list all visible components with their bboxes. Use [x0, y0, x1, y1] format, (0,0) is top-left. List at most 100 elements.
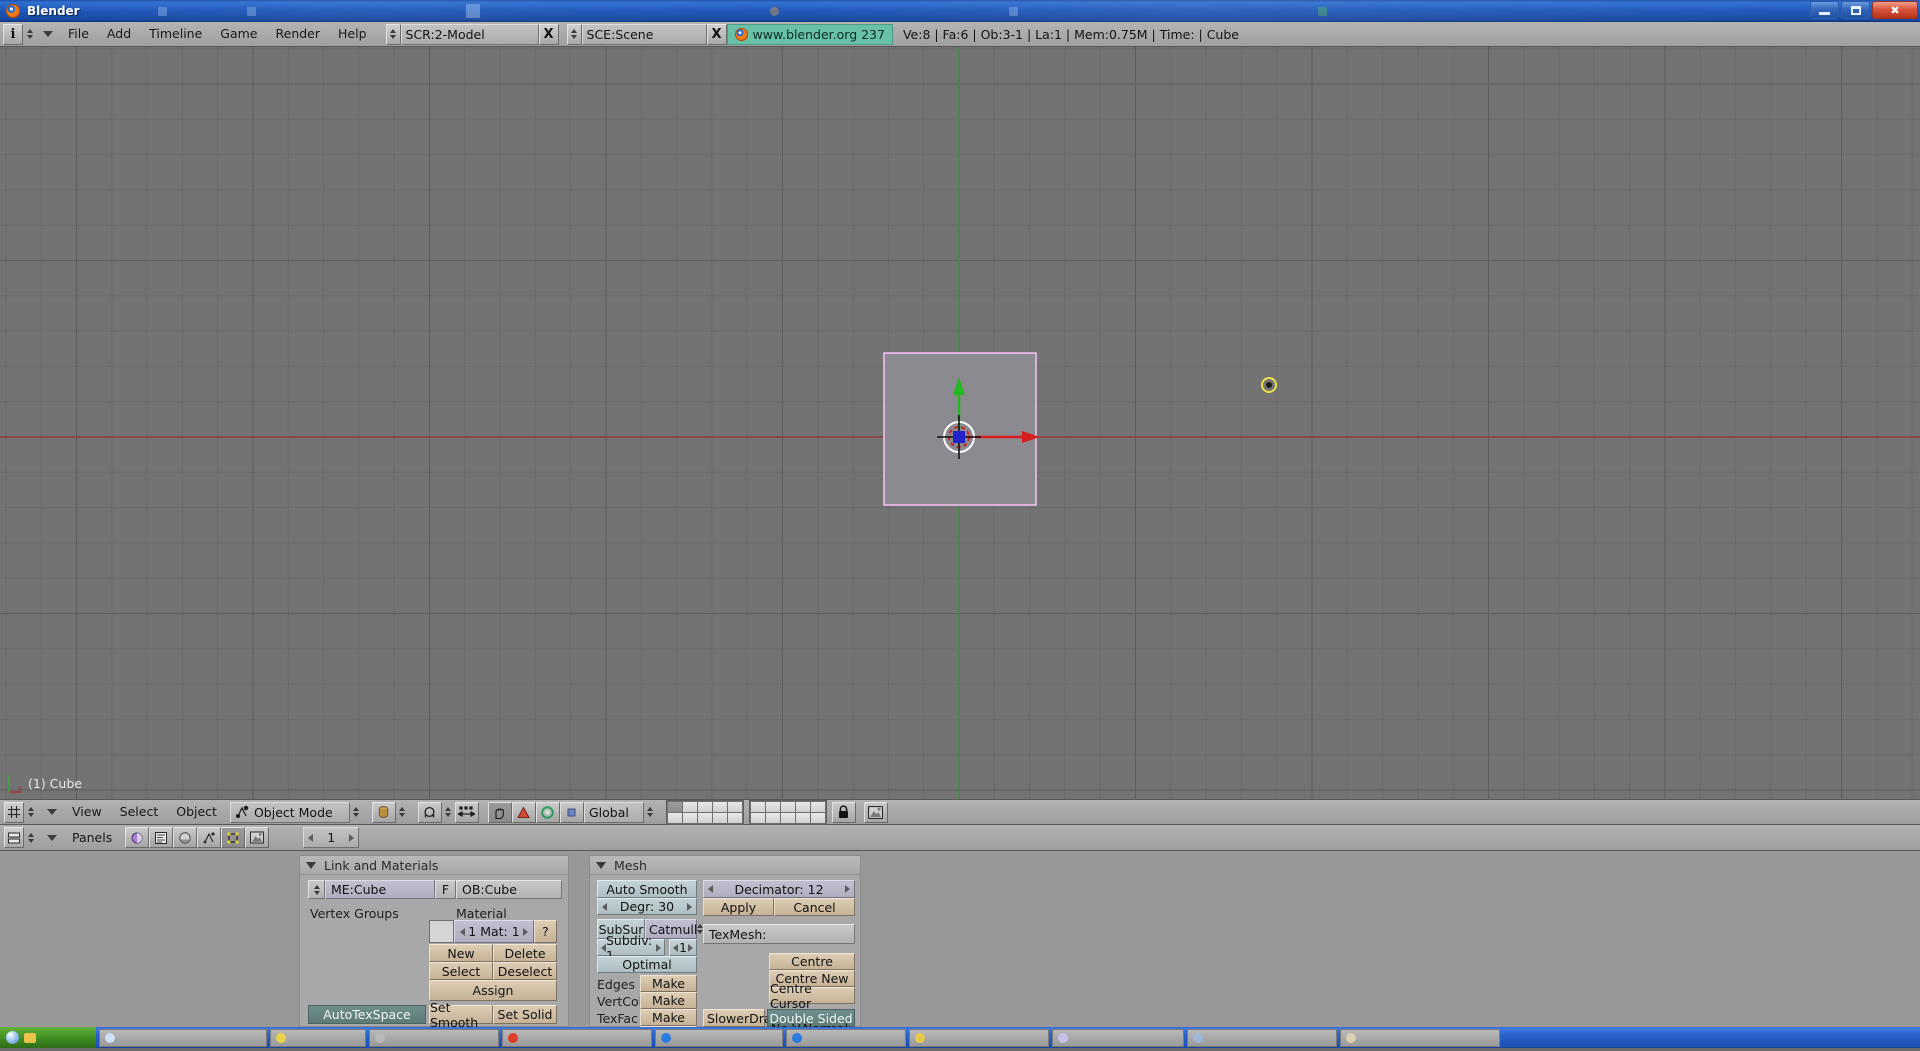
- fake-user-button[interactable]: F: [435, 880, 456, 899]
- arrow-right-icon[interactable]: [522, 927, 528, 936]
- menu-select[interactable]: Select: [111, 801, 168, 823]
- render-preview-icon[interactable]: [863, 801, 888, 823]
- rotate-manipulator-icon[interactable]: [511, 801, 536, 823]
- transform-orientation-field[interactable]: Global: [583, 801, 644, 823]
- info-icon[interactable]: i: [3, 23, 23, 45]
- pivot-median-icon[interactable]: [417, 801, 442, 823]
- buttons-window-icon[interactable]: [4, 827, 24, 848]
- menu-view[interactable]: View: [63, 801, 111, 823]
- window-type-stepper[interactable]: [24, 807, 37, 817]
- restore-icon[interactable]: [1841, 1, 1870, 19]
- taskbar-item[interactable]: [1187, 1028, 1337, 1047]
- object-name-field[interactable]: OB:Cube: [456, 880, 562, 899]
- view3d-icon[interactable]: [4, 801, 24, 823]
- subdiv-field[interactable]: Subdiv: 1: [597, 933, 665, 963]
- scale-manipulator-icon[interactable]: [535, 801, 560, 823]
- taskbar-item[interactable]: [270, 1028, 366, 1047]
- mode-selector[interactable]: Object Mode: [229, 801, 350, 823]
- menu-collapse-icon[interactable]: [47, 809, 57, 815]
- snap-icon[interactable]: [454, 801, 479, 823]
- scene-selector[interactable]: SCE:Scene X: [566, 23, 727, 45]
- frame-field[interactable]: 1: [303, 827, 360, 848]
- apply-button[interactable]: Apply: [703, 898, 774, 916]
- select-button[interactable]: Select: [429, 962, 493, 980]
- layer-button[interactable]: [697, 812, 712, 823]
- menu-add[interactable]: Add: [98, 23, 140, 45]
- set-solid-button[interactable]: Set Solid: [493, 1005, 557, 1024]
- pivot-stepper[interactable]: [442, 807, 455, 817]
- taskbar-item[interactable]: [909, 1028, 1049, 1047]
- make-vertcol-button[interactable]: Make: [640, 992, 697, 1009]
- screen-name-field[interactable]: SCR:2-Model: [400, 23, 539, 45]
- menu-render[interactable]: Render: [267, 23, 330, 45]
- start-button[interactable]: [0, 1027, 96, 1048]
- set-smooth-button[interactable]: Set Smooth: [429, 1000, 493, 1030]
- slower-draw-button[interactable]: SlowerDra: [703, 1009, 772, 1027]
- menu-collapse-icon[interactable]: [43, 31, 53, 37]
- layer-button[interactable]: [682, 801, 697, 812]
- triangle-down-icon[interactable]: [306, 861, 316, 869]
- layer-button[interactable]: [795, 812, 810, 823]
- degr-field[interactable]: Degr: 30: [597, 898, 697, 915]
- scene-name-field[interactable]: SCE:Scene: [581, 23, 707, 45]
- draw-type-solid-icon[interactable]: [371, 801, 396, 823]
- scene-delete-button[interactable]: X: [706, 23, 727, 45]
- panel-header[interactable]: Mesh: [590, 856, 860, 875]
- object-icon[interactable]: [149, 827, 174, 848]
- layer-button[interactable]: [667, 812, 682, 823]
- browse-id-icon[interactable]: [308, 880, 325, 899]
- taskbar-item[interactable]: [655, 1028, 783, 1047]
- assign-button[interactable]: Assign: [429, 980, 557, 1001]
- menu-timeline[interactable]: Timeline: [140, 23, 211, 45]
- layer-button[interactable]: [750, 812, 765, 823]
- material-help-button[interactable]: ?: [534, 920, 557, 943]
- window-type-stepper[interactable]: [23, 29, 36, 39]
- screen-browse-icon[interactable]: [385, 23, 401, 45]
- layer-buttons-group-a[interactable]: [665, 799, 744, 825]
- taskbar-item[interactable]: [786, 1028, 906, 1047]
- make-texfac-button[interactable]: Make: [640, 1009, 697, 1026]
- scene-icon[interactable]: [245, 827, 270, 848]
- taskbar-item[interactable]: [1340, 1028, 1500, 1047]
- menu-file[interactable]: File: [59, 23, 98, 45]
- blender-version-badge[interactable]: www.blender.org 237: [726, 23, 893, 45]
- arrow-right-icon[interactable]: [656, 943, 661, 952]
- windows-taskbar[interactable]: [0, 1027, 1920, 1048]
- layer-button[interactable]: [727, 812, 742, 823]
- lock-icon[interactable]: [831, 801, 856, 823]
- arrow-left-icon[interactable]: [602, 902, 607, 911]
- editing-icon[interactable]: [221, 827, 246, 848]
- centre-button[interactable]: Centre: [769, 953, 855, 970]
- layer-button[interactable]: [712, 812, 727, 823]
- layer-button[interactable]: [780, 812, 795, 823]
- delete-material-button[interactable]: Delete: [493, 944, 557, 962]
- taskbar-item[interactable]: [369, 1028, 499, 1047]
- autotexspace-button[interactable]: AutoTexSpace: [308, 1005, 426, 1024]
- taskbar-items[interactable]: [96, 1028, 1920, 1047]
- layer-button[interactable]: [750, 801, 765, 812]
- mesh-name-field[interactable]: ME:Cube: [325, 880, 435, 899]
- texmesh-field[interactable]: TexMesh:: [703, 924, 855, 944]
- panel-header[interactable]: Link and Materials: [300, 856, 568, 875]
- physics-icon[interactable]: [197, 827, 222, 848]
- arrow-right-icon[interactable]: [845, 885, 850, 893]
- new-material-button[interactable]: New: [429, 944, 493, 962]
- arrow-right-icon[interactable]: [686, 902, 692, 911]
- draw-type-stepper[interactable]: [396, 807, 409, 817]
- layer-button[interactable]: [765, 801, 780, 812]
- layer-button[interactable]: [795, 801, 810, 812]
- menu-help[interactable]: Help: [329, 23, 376, 45]
- make-edges-button[interactable]: Make: [640, 975, 697, 992]
- mode-stepper[interactable]: [350, 807, 363, 817]
- menu-object[interactable]: Object: [167, 801, 226, 823]
- close-icon[interactable]: ✖: [1872, 1, 1918, 19]
- layer-button[interactable]: [667, 801, 682, 812]
- material-swatch[interactable]: [429, 920, 454, 943]
- arrow-left-icon[interactable]: [673, 943, 678, 952]
- minimize-icon[interactable]: [1810, 1, 1839, 19]
- optimal-toggle[interactable]: Optimal: [597, 956, 697, 973]
- arrow-left-icon[interactable]: [460, 927, 465, 936]
- taskbar-item[interactable]: [1052, 1028, 1184, 1047]
- arrow-left-icon[interactable]: [308, 833, 314, 842]
- deselect-button[interactable]: Deselect: [493, 962, 557, 980]
